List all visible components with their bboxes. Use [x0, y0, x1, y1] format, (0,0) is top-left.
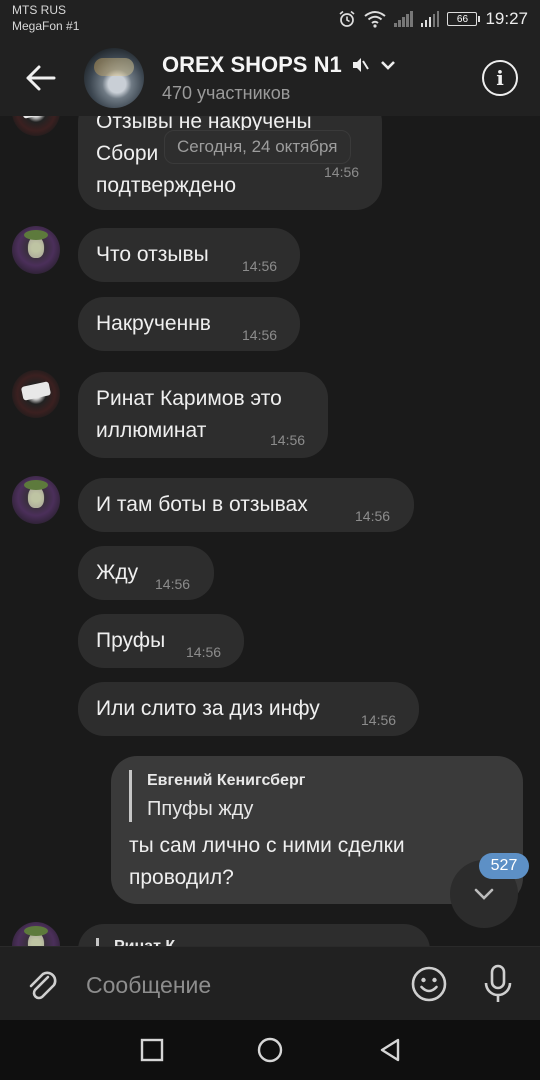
reply-quote-bar [129, 770, 132, 822]
date-divider: Сегодня, 24 октября [164, 130, 351, 164]
mic-icon[interactable] [480, 963, 516, 1005]
message-input[interactable] [86, 967, 386, 1003]
message-time: 14:56 [355, 508, 391, 524]
message-time: 14:56 [361, 712, 397, 728]
alarm-icon [339, 10, 355, 27]
mute-icon [352, 58, 369, 72]
member-count: 470 участников [162, 83, 291, 103]
message-time: 14:56 [242, 258, 278, 274]
message-bubble[interactable]: Что отзывы 14:56 [78, 228, 300, 282]
message-bubble[interactable]: И там боты в отзывах 14:56 [78, 478, 414, 532]
message-bubble[interactable]: Или слито за диз инфу 14:56 [78, 682, 419, 736]
status-bar: MTS RUS MegaFon #1 66 19:27 [0, 0, 540, 40]
battery-icon: 66 [447, 12, 481, 26]
attach-icon[interactable] [24, 965, 60, 1005]
avatar[interactable] [12, 116, 60, 136]
avatar[interactable] [12, 922, 60, 946]
home-icon[interactable] [256, 1036, 284, 1064]
chat-title-block[interactable]: OREX SHOPS N1 470 участников [162, 52, 398, 104]
message-time: 14:56 [155, 576, 191, 592]
message-composer [0, 946, 540, 1020]
chat-header: OREX SHOPS N1 470 участников i [0, 40, 540, 116]
message-bubble[interactable]: Накрученнв 14:56 [78, 297, 300, 351]
message-time: 14:56 [242, 327, 278, 343]
carrier-secondary: MegaFon #1 [12, 19, 80, 33]
chevron-down-icon [474, 888, 494, 900]
reply-author: Евгений Кенигсберг [147, 772, 306, 789]
chat-title: OREX SHOPS N1 [162, 52, 342, 77]
status-icons: 66 19:27 [338, 8, 528, 30]
message-line: Ринат Каримов это [96, 387, 282, 410]
message-line: проводил? [129, 866, 234, 889]
avatar[interactable] [12, 370, 60, 418]
message-time: 14:56 [270, 432, 306, 448]
unread-count-badge: 527 [479, 853, 529, 879]
message-list[interactable]: Отзывы не накручены Сбори подтверждено 1… [0, 116, 540, 946]
signal-icon [394, 11, 413, 27]
carrier-primary: MTS RUS [12, 3, 66, 17]
message-time: 14:56 [186, 644, 222, 660]
status-time: 19:27 [485, 9, 528, 28]
message-bubble[interactable]: Ринат К... [78, 924, 430, 946]
emoji-icon[interactable] [410, 965, 448, 1003]
reply-quote-bar [96, 938, 99, 946]
system-navigation-bar [0, 1020, 540, 1080]
message-line: Или слито за диз инфу [96, 697, 320, 720]
avatar[interactable] [12, 476, 60, 524]
recents-icon[interactable] [138, 1036, 166, 1064]
wifi-icon [364, 11, 387, 28]
back-icon[interactable] [376, 1036, 404, 1064]
signal-icon [420, 11, 440, 27]
chevron-down-icon[interactable] [378, 55, 398, 75]
info-icon[interactable]: i [482, 60, 518, 96]
message-time: 14:56 [324, 164, 360, 180]
message-line: ты сам лично с ними сделки [129, 834, 405, 857]
chat-avatar[interactable] [84, 48, 144, 108]
message-line: И там боты в отзывах [96, 493, 308, 516]
message-bubble[interactable]: Жду 14:56 [78, 546, 214, 600]
reply-author: Ринат К... [114, 938, 188, 946]
avatar[interactable] [12, 226, 60, 274]
message-bubble[interactable]: Ринат Каримов это иллюминат 14:56 [78, 372, 328, 458]
message-bubble[interactable]: Пруфы 14:56 [78, 614, 244, 668]
back-arrow-icon[interactable] [20, 58, 60, 98]
reply-text: Ппуфы жду [147, 798, 254, 820]
